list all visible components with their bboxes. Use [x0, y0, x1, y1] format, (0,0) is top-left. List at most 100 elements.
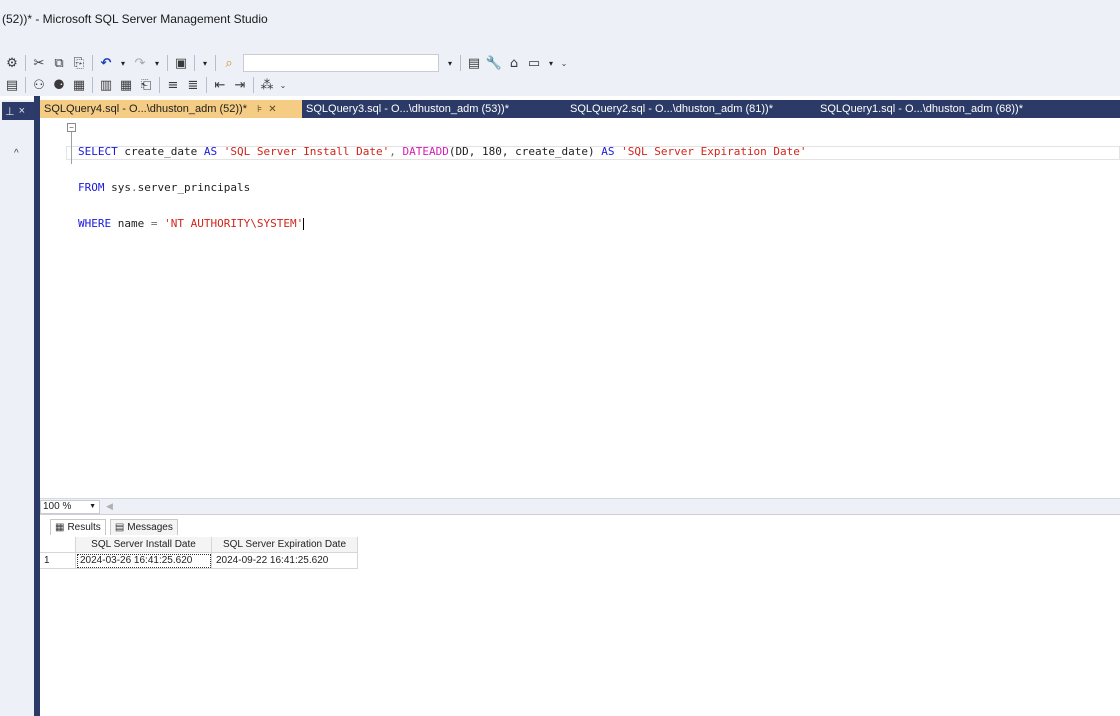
- toolbar-separator: [215, 55, 216, 71]
- tab-label: SQLQuery1.sql - O...\dhuston_adm (68))*: [820, 103, 1023, 115]
- sql-editor-toolbar: ▤ ⚇ ⚈ ▦ ▥ ▦ ⎗ ≡ ≣ ⇤ ⇥ ⁂ ⌄: [0, 74, 1120, 96]
- tab-sqlquery1[interactable]: SQLQuery1.sql - O...\dhuston_adm (68))*: [816, 100, 1116, 118]
- search-combo[interactable]: [243, 54, 439, 72]
- redo-dropdown-icon[interactable]: ▾: [150, 54, 164, 72]
- tab-label: Messages: [127, 522, 173, 533]
- code-token: 'NT AUTHORITY\SYSTEM': [164, 217, 304, 230]
- toolbar-separator: [92, 55, 93, 71]
- close-tab-icon[interactable]: ✕: [268, 104, 276, 115]
- query-options-icon[interactable]: ▦: [69, 76, 89, 94]
- code-line-2: FROM sys.server_principals: [78, 182, 807, 194]
- tab-label: SQLQuery3.sql - O...\dhuston_adm (53))*: [306, 103, 509, 115]
- toolbar-overflow-icon[interactable]: ⌄: [277, 76, 289, 94]
- window-title: (52))* - Microsoft SQL Server Management…: [2, 12, 268, 26]
- tab-messages[interactable]: ▤ Messages: [109, 519, 178, 535]
- tab-sqlquery3[interactable]: SQLQuery3.sql - O...\dhuston_adm (53))*: [302, 100, 566, 118]
- results-to-file-icon[interactable]: ▤: [2, 76, 22, 94]
- results-to-text-icon[interactable]: ▥: [96, 76, 116, 94]
- editor-gutter: [40, 118, 66, 496]
- toolbar-separator: [159, 77, 160, 93]
- grid-cell[interactable]: 2024-09-22 16:41:25.620: [212, 553, 358, 569]
- code-token: 'SQL Server Expiration Date': [621, 145, 807, 158]
- activity-monitor-icon[interactable]: ▣: [171, 54, 191, 72]
- standard-toolbar: ⚙ ✂ ⧉ ⎘ ↶ ▾ ↷ ▾ ▣ ▾ ⌕ ▾ ▤ 🔧 ⌂ ▭ ▾ ⌄: [0, 52, 1120, 74]
- window-dropdown-icon[interactable]: ▾: [544, 54, 558, 72]
- paste-icon[interactable]: ⎘: [69, 54, 89, 72]
- zoom-value: 100 %: [43, 501, 72, 512]
- pin-icon[interactable]: ⊥: [5, 105, 15, 118]
- code-token: AS: [203, 145, 218, 158]
- toolbar-area: [0, 44, 1120, 52]
- code-token: AS: [601, 145, 615, 158]
- results-to-grid-icon[interactable]: ▦: [116, 76, 136, 94]
- toolbar-separator: [460, 55, 461, 71]
- scroll-left-icon[interactable]: ◀: [106, 501, 113, 512]
- code-token: 'SQL Server Install Date': [223, 145, 390, 158]
- document-tab-bar: SQLQuery4.sql - O...\dhuston_adm (52))* …: [40, 100, 1120, 118]
- toolbar-overflow-icon[interactable]: ⌄: [558, 54, 570, 72]
- grid-icon: ▦: [55, 522, 65, 533]
- scroll-up-icon[interactable]: ^: [14, 148, 19, 159]
- comment-icon[interactable]: ≡: [163, 76, 183, 94]
- column-header[interactable]: SQL Server Install Date: [76, 537, 212, 553]
- display-plan-icon[interactable]: ⚇: [29, 76, 49, 94]
- copy-icon[interactable]: ⧉: [49, 54, 69, 72]
- close-icon[interactable]: ×: [19, 105, 25, 117]
- zoom-select[interactable]: 100 % ▼: [40, 499, 100, 514]
- column-header[interactable]: SQL Server Expiration Date: [212, 537, 358, 553]
- tab-results[interactable]: ▦ Results: [50, 519, 106, 535]
- specify-values-icon[interactable]: ⁂: [257, 76, 277, 94]
- tab-label: Results: [67, 522, 101, 533]
- solution-config-dropdown-icon[interactable]: ▾: [198, 54, 212, 72]
- code-token: server_principals: [137, 181, 251, 194]
- results-pane: ▦ Results ▤ Messages SQL Server Install …: [40, 514, 1120, 716]
- wrench-icon[interactable]: 🔧: [484, 54, 504, 72]
- tab-label: SQLQuery2.sql - O...\dhuston_adm (81))*: [570, 103, 773, 115]
- new-query-icon[interactable]: ⚙: [2, 54, 22, 72]
- include-plan-icon[interactable]: ⚈: [49, 76, 69, 94]
- tab-sqlquery4[interactable]: SQLQuery4.sql - O...\dhuston_adm (52))* …: [40, 100, 302, 118]
- table-row: 1 2024-03-26 16:41:25.620 2024-09-22 16:…: [40, 553, 358, 569]
- pin-tab-icon[interactable]: ⊧: [257, 104, 262, 115]
- toolbar-separator: [206, 77, 207, 93]
- toolbox-icon[interactable]: ⌂: [504, 54, 524, 72]
- code-token: =: [150, 217, 158, 230]
- code-line-3: WHERE name = 'NT AUTHORITY\SYSTEM': [78, 218, 807, 230]
- code-token: FROM: [78, 181, 105, 194]
- text-caret: [303, 218, 305, 230]
- uncomment-icon[interactable]: ≣: [183, 76, 203, 94]
- grid-cell[interactable]: 2024-03-26 16:41:25.620: [76, 553, 212, 569]
- window-icon[interactable]: ▭: [524, 54, 544, 72]
- fold-guide: [71, 128, 72, 164]
- panel-controls: ⊥ ×: [2, 102, 34, 120]
- row-number-header[interactable]: [40, 537, 76, 553]
- collapse-icon[interactable]: −: [67, 123, 76, 132]
- undo-dropdown-icon[interactable]: ▾: [116, 54, 130, 72]
- code-token: (DD, 180, create_date): [448, 145, 602, 158]
- code-token: SELECT: [78, 145, 118, 158]
- increase-indent-icon[interactable]: ⇥: [230, 76, 250, 94]
- decrease-indent-icon[interactable]: ⇤: [210, 76, 230, 94]
- results-file-icon[interactable]: ⎗: [136, 76, 156, 94]
- find-icon[interactable]: ⌕: [219, 54, 239, 72]
- properties-icon[interactable]: ▤: [464, 54, 484, 72]
- code-token: WHERE: [78, 217, 112, 230]
- undo-icon[interactable]: ↶: [96, 54, 116, 72]
- cut-icon[interactable]: ✂: [29, 54, 49, 72]
- toolbar-separator: [92, 77, 93, 93]
- code-text[interactable]: SELECT create_date AS 'SQL Server Instal…: [78, 122, 807, 254]
- messages-icon: ▤: [114, 522, 125, 533]
- redo-icon[interactable]: ↷: [130, 54, 150, 72]
- results-tabs: ▦ Results ▤ Messages: [50, 519, 178, 535]
- toolbar-separator: [167, 55, 168, 71]
- code-line-1: SELECT create_date AS 'SQL Server Instal…: [78, 146, 807, 158]
- search-combo-dropdown-icon[interactable]: ▾: [443, 54, 457, 72]
- code-token: ,: [389, 145, 403, 158]
- query-editor[interactable]: − SELECT create_date AS 'SQL Server Inst…: [40, 118, 1120, 496]
- row-number[interactable]: 1: [40, 553, 76, 569]
- tab-sqlquery2[interactable]: SQLQuery2.sql - O...\dhuston_adm (81))*: [566, 100, 816, 118]
- tab-label: SQLQuery4.sql - O...\dhuston_adm (52))*: [44, 103, 247, 115]
- grid-header-row: SQL Server Install Date SQL Server Expir…: [40, 537, 358, 553]
- code-token: .: [131, 181, 138, 194]
